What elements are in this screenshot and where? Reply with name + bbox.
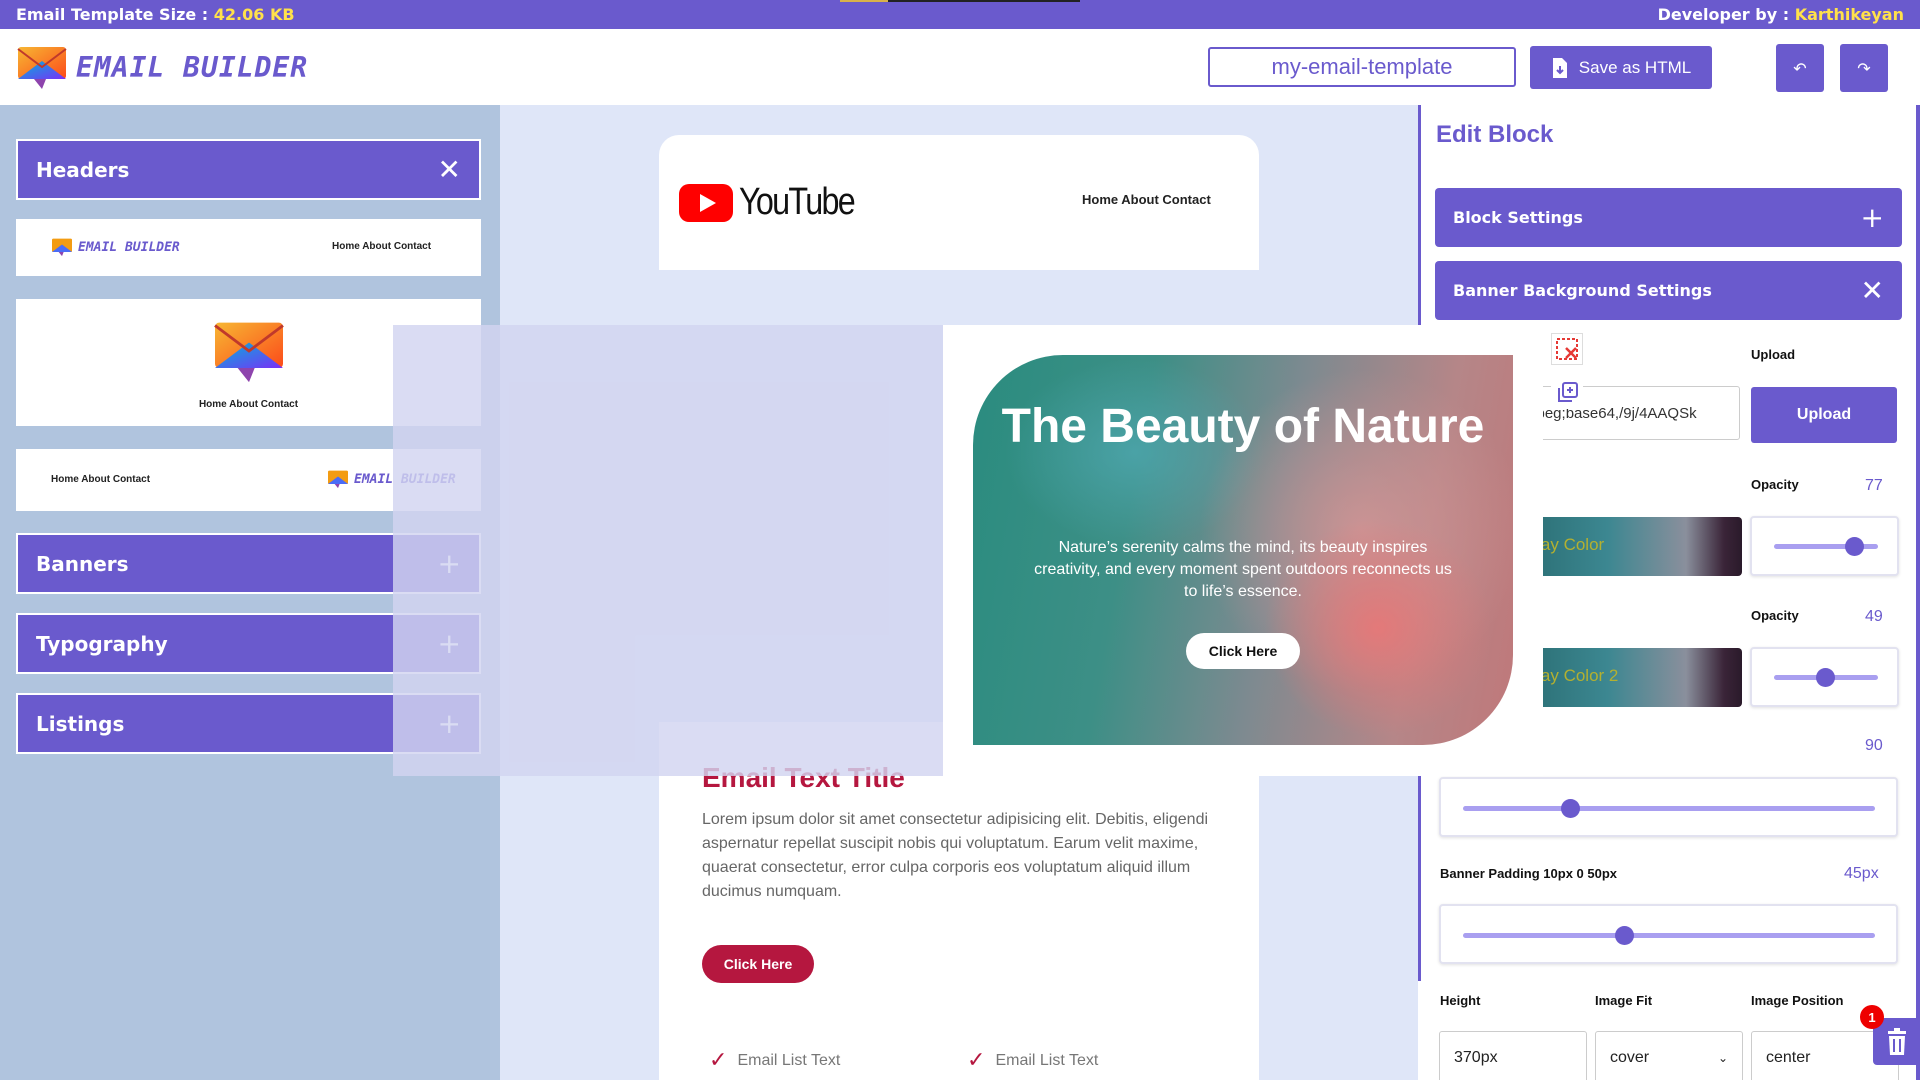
- banner-background-settings-label: Banner Background Settings: [1453, 281, 1712, 300]
- image-position-label: Image Position: [1751, 993, 1844, 1008]
- redo-icon: ↷: [1857, 58, 1871, 78]
- header-template-1[interactable]: EMAIL BUILDER Home About Contact: [16, 219, 481, 276]
- accordion-typography-label: Typography: [36, 631, 168, 656]
- opacity-2-slider[interactable]: [1774, 668, 1878, 687]
- template-name-input[interactable]: my-email-template: [1208, 47, 1516, 87]
- opacity-slider[interactable]: [1774, 537, 1878, 556]
- email-text-button[interactable]: Click Here: [702, 945, 814, 983]
- email-text-body: Lorem ipsum dolor sit amet consectetur a…: [702, 811, 1209, 900]
- dragged-banner-block[interactable]: The Beauty of Nature Nature’s serenity c…: [943, 325, 1583, 776]
- banner-text: Nature’s serenity calms the mind, its be…: [1034, 539, 1452, 600]
- banner-padding-slider[interactable]: [1463, 926, 1875, 945]
- app-logo-text: EMAIL BUILDER: [76, 50, 309, 84]
- banner-button[interactable]: Click Here: [1186, 633, 1300, 669]
- opacity-label: Opacity: [1751, 477, 1799, 492]
- envelope-logo-icon: [214, 322, 284, 383]
- template-size-label: Email Template Size :: [16, 5, 209, 24]
- slider-knob[interactable]: [1561, 799, 1581, 818]
- undo-icon: ↶: [1793, 58, 1807, 78]
- duplicate-icon[interactable]: [1551, 377, 1583, 409]
- banner-padding-slider-box: [1439, 904, 1898, 964]
- opacity-2-value: 49: [1865, 608, 1883, 625]
- envelope-logo-icon: [52, 238, 72, 257]
- file-download-icon: [1552, 57, 1567, 78]
- opacity-slider-box: [1750, 516, 1899, 576]
- plus-icon[interactable]: +: [1861, 201, 1884, 234]
- loading-progress: [840, 0, 1080, 2]
- mini-logo: EMAIL BUILDER: [50, 237, 180, 257]
- template-size: Email Template Size : 42.06 KB: [16, 5, 295, 24]
- youtube-play-icon: [679, 183, 733, 222]
- close-icon[interactable]: ✕: [1861, 274, 1884, 307]
- upload-button[interactable]: Upload: [1751, 387, 1897, 443]
- template-size-value: 42.06 KB: [213, 5, 295, 24]
- mini-nav: Home About Contact: [51, 474, 151, 485]
- upload-label: Upload: [1751, 347, 1796, 362]
- email-header-block[interactable]: YouTube Home About Contact: [659, 135, 1259, 270]
- envelope-logo-icon: [17, 47, 67, 89]
- chevron-down-icon: ⌄: [1717, 1051, 1728, 1065]
- block-settings-label: Block Settings: [1453, 208, 1583, 227]
- height-input[interactable]: 370px: [1439, 1031, 1587, 1080]
- image-fit-select[interactable]: cover ⌄: [1595, 1031, 1743, 1080]
- youtube-logo: YouTube: [679, 181, 874, 224]
- close-icon[interactable]: ✕: [438, 153, 461, 186]
- opacity-2-label: Opacity: [1751, 608, 1799, 623]
- banner-title: The Beauty of Nature: [1001, 400, 1485, 453]
- overlay-color-2-swatch[interactable]: erlay Color 2: [1518, 648, 1742, 707]
- undo-button[interactable]: ↶: [1776, 44, 1824, 92]
- overlay-color-swatch[interactable]: erlay Color: [1518, 517, 1742, 576]
- youtube-wordmark: YouTube: [739, 181, 856, 223]
- list-item: ✓ Email List Text: [967, 1048, 1098, 1073]
- accordion-headers-label: Headers: [36, 157, 130, 182]
- app-logo: EMAIL BUILDER: [16, 43, 308, 91]
- accordion-banners-label: Banners: [36, 551, 129, 576]
- accordion-block-settings[interactable]: Block Settings +: [1435, 188, 1902, 247]
- developer-credit: Developer by : Karthikeyan: [1658, 5, 1904, 24]
- developer-label: Developer by :: [1657, 5, 1790, 24]
- slider-knob[interactable]: [1614, 926, 1634, 945]
- list-item-text: Email List Text: [995, 1051, 1099, 1069]
- email-header-nav: Home About Contact: [1082, 192, 1211, 207]
- extra-slider-value: 90: [1865, 737, 1883, 754]
- slider-knob[interactable]: [1845, 537, 1865, 556]
- banner-image[interactable]: The Beauty of Nature Nature’s serenity c…: [973, 355, 1513, 745]
- redo-button[interactable]: ↷: [1840, 44, 1888, 92]
- extra-slider-box: [1439, 777, 1898, 837]
- scrollbar[interactable]: [1916, 105, 1920, 1080]
- trash-icon: [1887, 1027, 1906, 1055]
- remove-selection-icon[interactable]: [1551, 333, 1583, 365]
- mini-nav: Home About Contact: [332, 241, 432, 252]
- trash-count-badge: 1: [1860, 1005, 1884, 1029]
- drag-shadow: [393, 325, 943, 776]
- banner-padding-label: Banner Padding 10px 0 50px: [1440, 866, 1618, 881]
- accordion-listings-label: Listings: [36, 711, 125, 736]
- check-icon: ✓: [709, 1048, 728, 1073]
- extra-slider[interactable]: [1463, 799, 1875, 818]
- opacity-value: 77: [1865, 477, 1883, 494]
- mini-logo-text: EMAIL BUILDER: [78, 239, 180, 255]
- loading-progress-fill: [840, 0, 888, 2]
- edit-block-title: Edit Block: [1436, 121, 1554, 148]
- slider-knob[interactable]: [1815, 668, 1835, 687]
- list-item-text: Email List Text: [737, 1051, 841, 1069]
- list-item: ✓ Email List Text: [709, 1048, 840, 1073]
- opacity-2-slider-box: [1750, 647, 1899, 707]
- image-fit-label: Image Fit: [1595, 993, 1653, 1008]
- developer-name: Karthikeyan: [1794, 5, 1904, 24]
- check-icon: ✓: [967, 1048, 986, 1073]
- envelope-logo-icon: [328, 470, 348, 489]
- height-label: Height: [1440, 993, 1481, 1008]
- accordion-headers[interactable]: Headers ✕: [16, 139, 481, 200]
- banner-padding-value: 45px: [1844, 865, 1879, 882]
- app-header: EMAIL BUILDER my-email-template Save as …: [0, 29, 1920, 105]
- top-info-bar: Email Template Size : 42.06 KB Developer…: [0, 0, 1920, 29]
- accordion-banner-background-settings[interactable]: Banner Background Settings ✕: [1435, 261, 1902, 320]
- save-as-html-label: Save as HTML: [1578, 57, 1692, 77]
- image-fit-value: cover: [1610, 1049, 1650, 1066]
- save-as-html-button[interactable]: Save as HTML: [1530, 46, 1712, 89]
